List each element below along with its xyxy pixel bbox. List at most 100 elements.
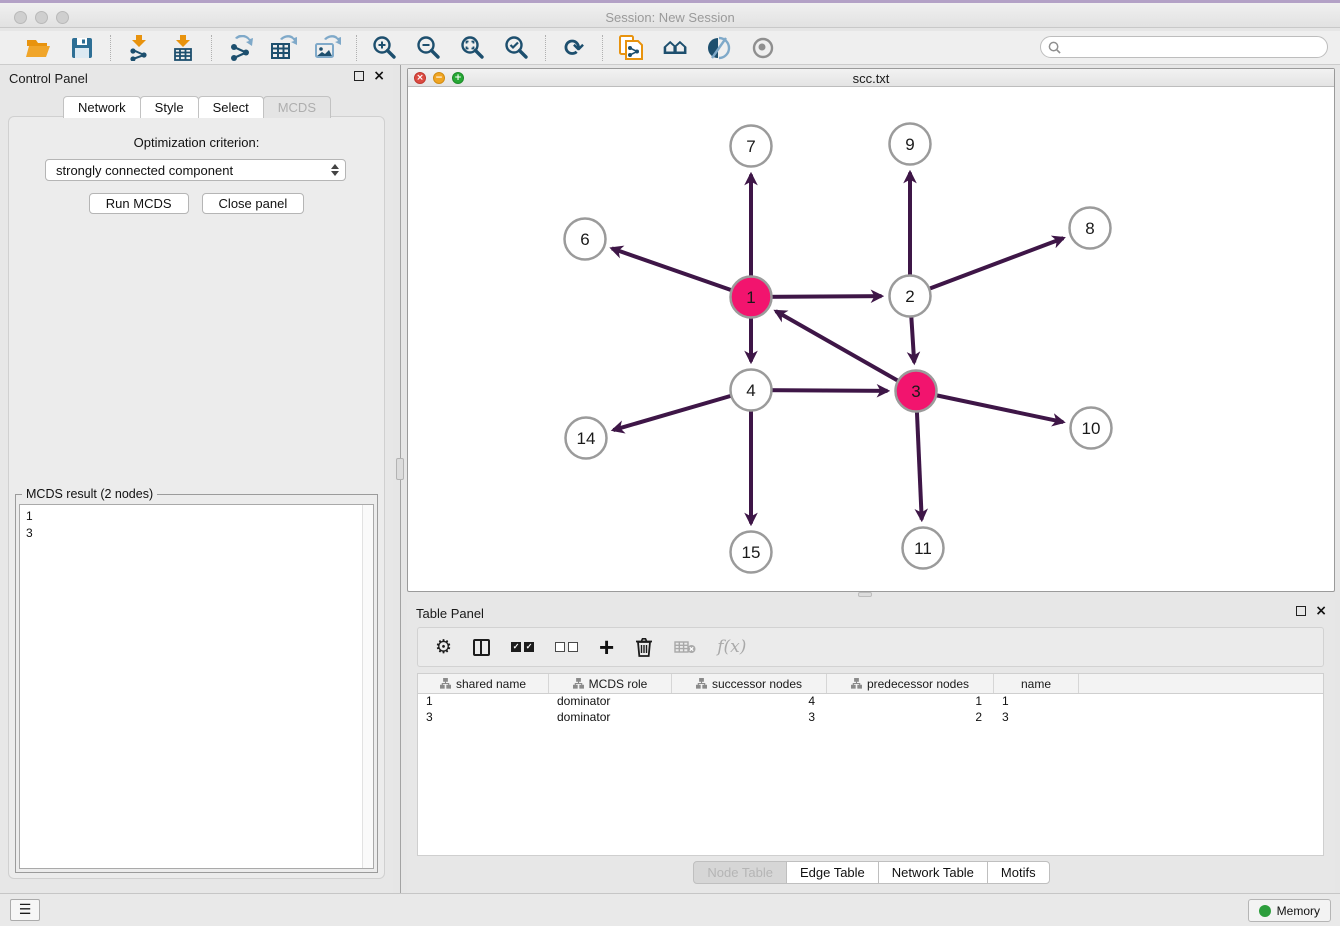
float-table-panel-icon[interactable] [1296,606,1306,616]
tab-edge-table[interactable]: Edge Table [786,861,879,884]
column-header-shared-name[interactable]: shared name [418,674,549,693]
tab-select[interactable]: Select [198,96,264,118]
show-hide-style-icon[interactable] [705,34,733,62]
close-panel-icon[interactable]: × [373,71,385,81]
table-settings-gear-icon[interactable]: ⚙ [435,635,452,659]
zoom-in-icon[interactable] [371,34,399,62]
layout-home-icon[interactable]: ⌂⌂ [661,34,689,62]
node-table: shared name MCDS role successor nodes pr… [417,673,1324,856]
list-icon: ☰ [19,902,32,918]
horizontal-splitter-grip[interactable] [858,592,872,597]
export-network-icon[interactable] [226,34,254,62]
export-image-icon[interactable] [314,34,342,62]
clone-network-icon[interactable] [617,34,645,62]
graph-node-3[interactable]: 3 [896,371,937,412]
optimization-criterion-label: Optimization criterion: [9,135,384,150]
table-header-row: shared name MCDS role successor nodes pr… [418,674,1323,694]
refresh-view-icon[interactable]: ⟳ [560,34,588,62]
mcds-result-area[interactable]: 1 3 [19,504,374,869]
save-session-icon[interactable] [68,34,96,62]
search-field[interactable] [1040,36,1328,58]
graph-node-10[interactable]: 10 [1071,408,1112,449]
memory-status-icon [1259,905,1271,917]
column-header-name[interactable]: name [994,674,1079,693]
select-all-rows-icon[interactable]: ✓✓ [511,635,534,659]
open-session-icon[interactable] [24,34,52,62]
svg-text:8: 8 [1085,219,1094,238]
column-type-icon [851,678,862,689]
graph-node-4[interactable]: 4 [731,370,772,411]
table-row[interactable]: 3dominator323 [418,710,1323,726]
tab-network-table[interactable]: Network Table [878,861,988,884]
splitter-grip[interactable] [396,458,404,480]
svg-text:2: 2 [905,287,914,306]
application-window: Session: New Session [0,0,1340,926]
export-table-icon[interactable] [270,34,298,62]
search-input[interactable] [1061,40,1327,54]
panel-splitter[interactable] [393,65,407,893]
graph-node-6[interactable]: 6 [565,219,606,260]
search-icon [1048,41,1061,54]
column-type-icon [696,678,707,689]
network-window-titlebar[interactable]: × − + scc.txt [408,69,1334,87]
zoom-fit-icon[interactable] [459,34,487,62]
import-table-icon[interactable] [169,34,197,62]
graph-node-11[interactable]: 11 [903,528,944,569]
table-row[interactable]: 1dominator411 [418,694,1323,710]
column-header-successor-nodes[interactable]: successor nodes [672,674,827,693]
graph-node-7[interactable]: 7 [731,126,772,167]
graph-edge-1-6[interactable] [612,248,751,297]
column-header-predecessor-nodes[interactable]: predecessor nodes [827,674,994,693]
graph-node-1[interactable]: 1 [731,277,772,318]
column-header-mcds-role[interactable]: MCDS role [549,674,672,693]
svg-text:6: 6 [580,230,589,249]
memory-button[interactable]: Memory [1248,899,1331,922]
criterion-dropdown[interactable]: strongly connected component [45,159,346,181]
window-title: Session: New Session [0,10,1340,25]
control-panel-title: Control Panel [9,71,88,86]
svg-text:11: 11 [914,539,932,558]
graph-edge-2-8[interactable] [910,238,1063,296]
tab-motifs[interactable]: Motifs [987,861,1050,884]
zoom-out-icon[interactable] [415,34,443,62]
delete-column-icon[interactable] [635,635,653,659]
close-panel-button[interactable]: Close panel [202,193,305,214]
graph-edge-3-10[interactable] [916,391,1063,422]
tab-style[interactable]: Style [140,96,199,118]
graph-edge-3-1[interactable] [776,311,916,391]
network-window-title: scc.txt [408,71,1334,86]
criterion-value: strongly connected component [56,163,331,178]
result-scrollbar[interactable] [362,505,373,868]
status-bar: ☰ Memory [0,893,1340,926]
tab-mcds[interactable]: MCDS [263,96,331,118]
eye-icon[interactable] [749,34,777,62]
graph-node-15[interactable]: 15 [731,532,772,573]
svg-text:10: 10 [1082,419,1101,438]
control-panel-tabs: NetworkStyleSelectMCDS [0,96,393,118]
column-visibility-icon[interactable] [473,635,490,659]
svg-text:14: 14 [577,429,596,448]
add-column-icon[interactable]: + [599,635,614,659]
table-panel: Table Panel × ⚙ ✓✓ + f(x) [407,600,1335,893]
svg-text:3: 3 [911,382,920,401]
network-canvas[interactable]: 7 9 6 8 1 2 4 3 14 10 15 11 [408,87,1334,590]
zoom-selected-icon[interactable] [503,34,531,62]
tab-network[interactable]: Network [63,96,141,118]
graph-node-2[interactable]: 2 [890,276,931,317]
svg-text:1: 1 [746,288,755,307]
close-table-panel-icon[interactable]: × [1315,606,1327,616]
import-network-icon[interactable] [125,34,153,62]
run-mcds-button[interactable]: Run MCDS [89,193,189,214]
tab-node-table[interactable]: Node Table [693,861,787,884]
graph-node-14[interactable]: 14 [566,418,607,459]
graph-node-9[interactable]: 9 [890,124,931,165]
function-builder-icon: f(x) [717,635,746,659]
task-history-button[interactable]: ☰ [10,899,40,921]
table-tabs: Node TableEdge TableNetwork TableMotifs [407,861,1335,884]
graph-node-8[interactable]: 8 [1070,208,1111,249]
svg-text:15: 15 [742,543,761,562]
float-panel-icon[interactable] [354,71,364,81]
deselect-all-rows-icon[interactable] [555,635,578,659]
column-type-icon [573,678,584,689]
delete-table-icon [674,635,696,659]
